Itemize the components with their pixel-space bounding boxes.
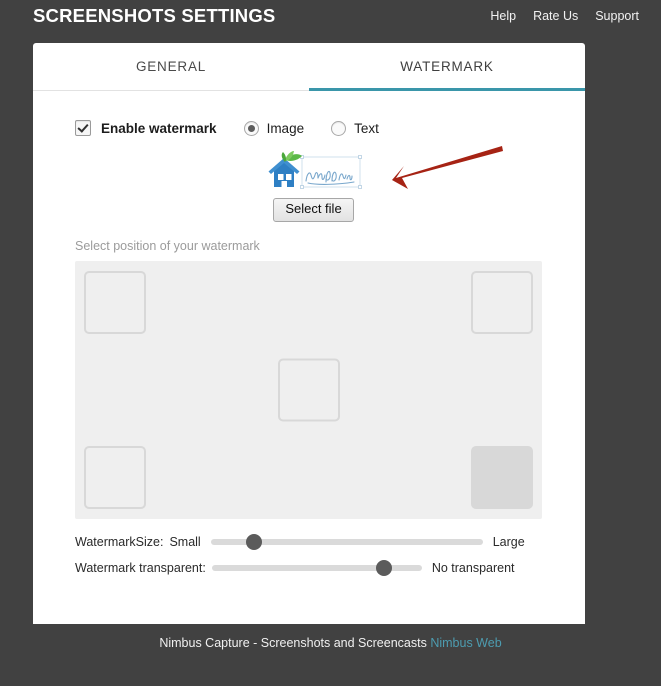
slider-section: WatermarkSize: Small Large Watermark tra… [75,531,552,579]
watermark-preview-image [266,151,362,193]
watermark-transparent-row: Watermark transparent: No transparent [75,557,552,579]
position-option-bottom-right[interactable] [471,445,533,509]
radio-image-label: Image [266,120,305,136]
app-footer: Nimbus Capture - Screenshots and Screenc… [0,636,661,650]
enable-watermark-row: Enable watermark Image Text [75,117,552,139]
footer-text: Nimbus Capture - Screenshots and Screenc… [159,636,427,650]
watermark-size-min-label: Small [169,534,201,549]
radio-text-label: Text [354,120,379,136]
app-header: SCREENSHOTS SETTINGS Help Rate Us Suppor… [0,0,661,32]
enable-watermark-checkbox[interactable] [75,120,91,136]
header-nav: Help Rate Us Support [490,9,639,23]
watermark-transparent-slider[interactable] [211,559,422,576]
position-picker-label: Select position of your watermark [75,238,260,253]
tab-general[interactable]: GENERAL [33,43,309,90]
position-option-bottom-left[interactable] [84,445,146,509]
position-option-top-right[interactable] [471,270,533,334]
watermark-transparent-slider-handle[interactable] [376,559,393,576]
header-link-help[interactable]: Help [490,9,516,23]
position-picker-grid[interactable] [75,260,542,519]
select-file-button[interactable]: Select file [273,198,354,222]
tab-bar: GENERAL WATERMARK [33,43,585,91]
watermark-size-caption: WatermarkSize: [75,534,164,549]
watermark-size-slider[interactable] [210,533,483,550]
watermark-transparent-max-label: No transparent [431,560,515,575]
watermark-size-slider-handle[interactable] [246,533,263,550]
tab-watermark[interactable]: WATERMARK [309,43,585,91]
header-link-support[interactable]: Support [595,9,639,23]
watermark-type-image[interactable]: Image [243,120,305,136]
position-option-center[interactable] [277,358,340,422]
radio-image-icon[interactable] [243,120,259,136]
watermark-panel: Enable watermark Image Text Select file … [33,91,585,579]
settings-card: GENERAL WATERMARK Enable watermark Image… [33,43,585,624]
page-title: SCREENSHOTS SETTINGS [33,5,276,26]
position-option-top-left[interactable] [84,270,146,334]
nimbus-web-logo-icon [268,151,362,189]
footer-link-nimbus-web[interactable]: Nimbus Web [430,636,501,650]
watermark-preview-wrap: Select file [75,151,552,222]
radio-text-icon[interactable] [331,120,347,136]
watermark-transparent-caption: Watermark transparent: [75,560,206,575]
watermark-size-row: WatermarkSize: Small Large [75,531,552,553]
watermark-size-max-label: Large [492,534,525,549]
enable-watermark-label[interactable]: Enable watermark [101,121,217,136]
header-link-rate-us[interactable]: Rate Us [533,9,578,23]
watermark-type-text[interactable]: Text [331,120,379,136]
